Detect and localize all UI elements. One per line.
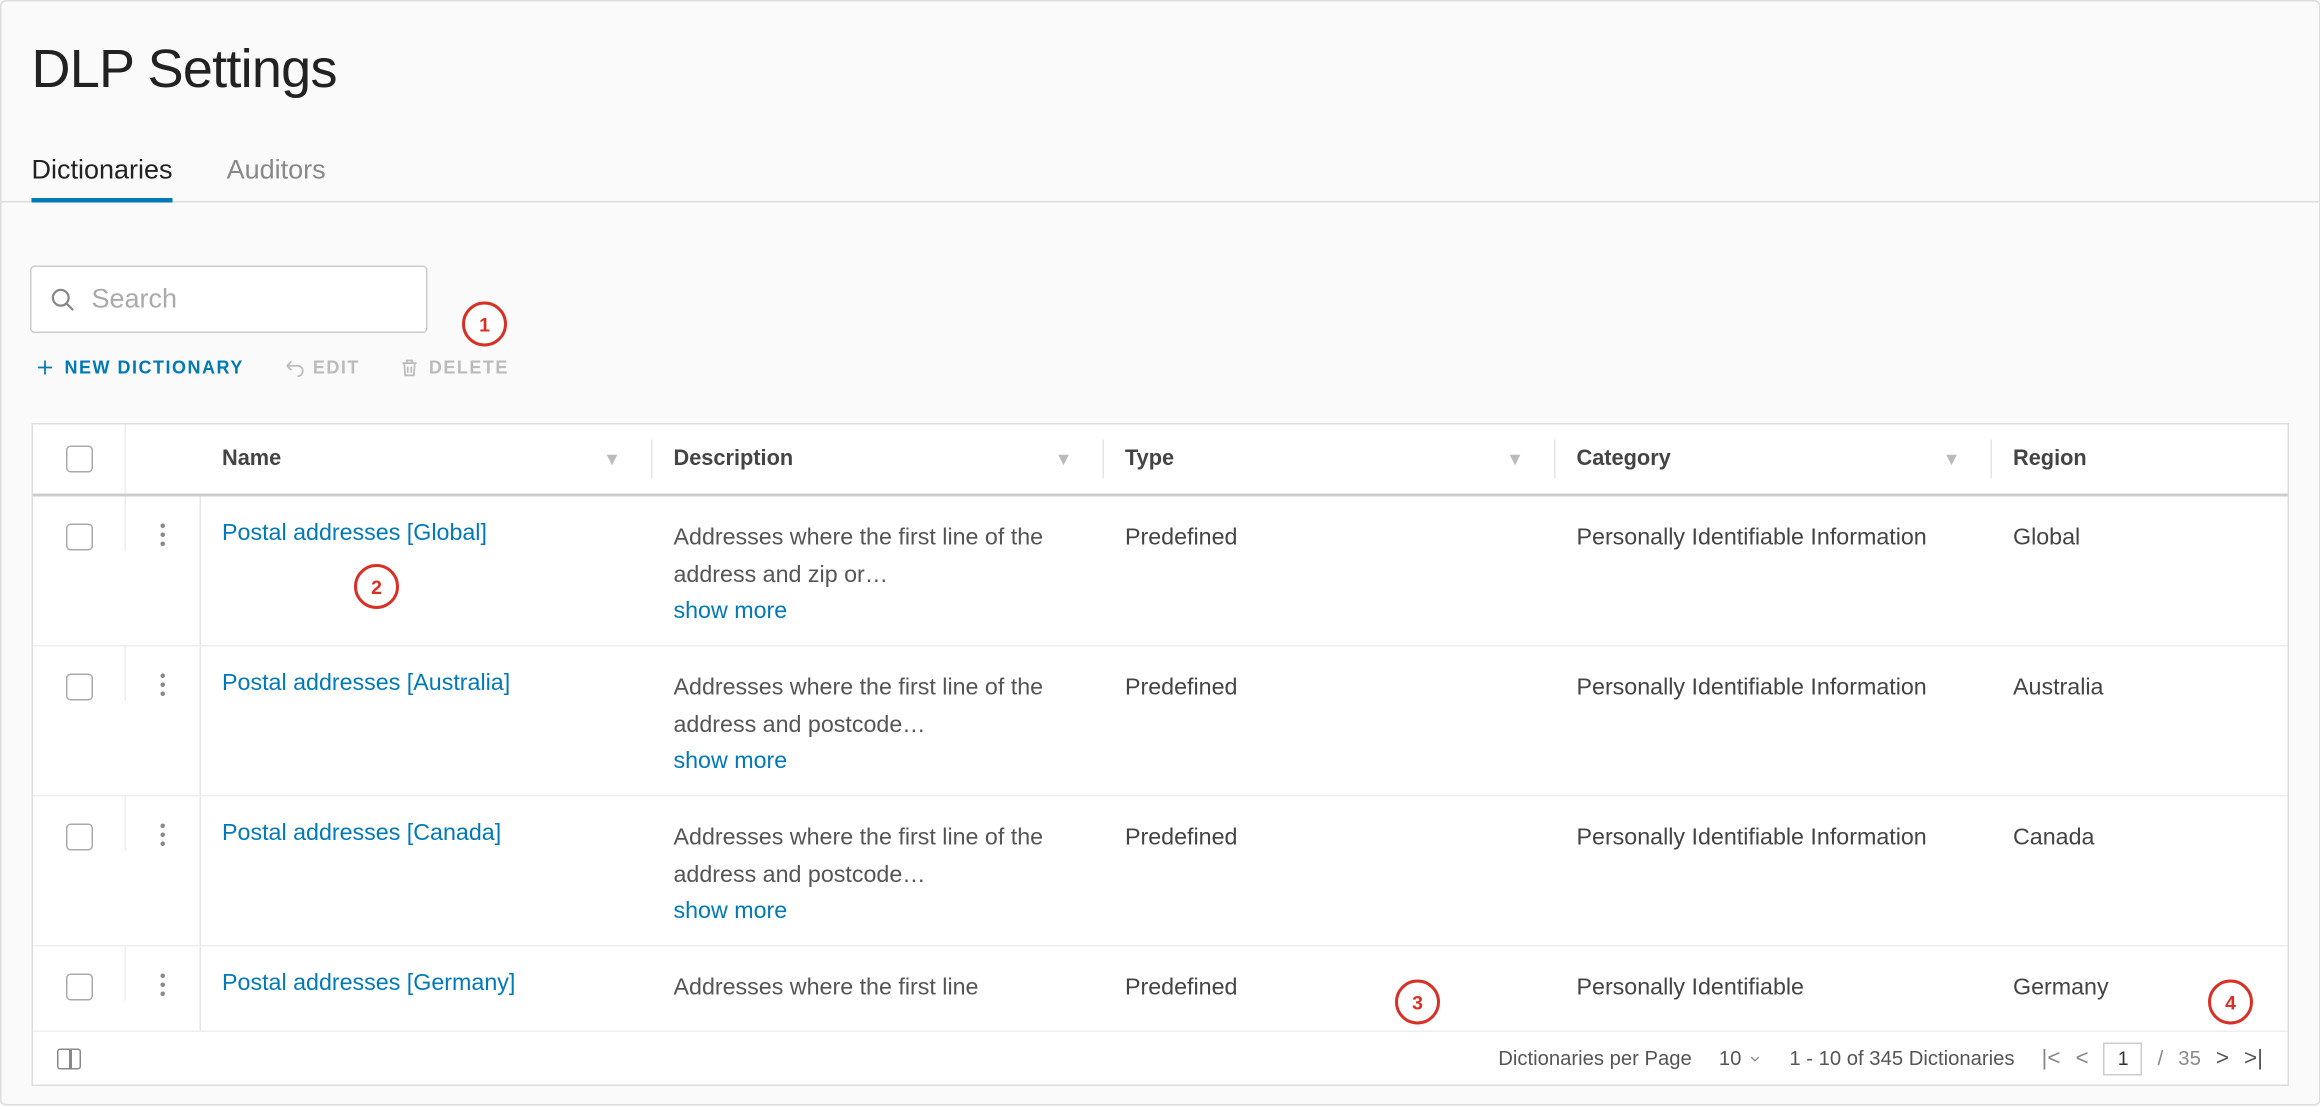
select-all-checkbox[interactable] — [65, 446, 92, 473]
dictionary-name-link[interactable]: Postal addresses [Australia] — [222, 647, 630, 698]
col-region-header[interactable]: Region — [2013, 447, 2087, 471]
filter-icon[interactable]: ▼ — [1506, 449, 1533, 470]
page-title: DLP Settings — [2, 2, 2319, 110]
tab-auditors[interactable]: Auditors — [227, 155, 326, 202]
dictionary-name-link[interactable]: Postal addresses [Global] — [222, 497, 630, 548]
tab-dictionaries[interactable]: Dictionaries — [32, 155, 173, 202]
row-checkbox[interactable] — [65, 674, 92, 701]
show-more-link[interactable]: show more — [674, 898, 1082, 925]
filter-icon[interactable]: ▼ — [1055, 449, 1082, 470]
category-text: Personally Identifiable Information — [1577, 797, 1970, 858]
search-input[interactable] — [89, 282, 443, 317]
search-box[interactable] — [30, 266, 428, 334]
category-text: Personally Identifiable Information — [1577, 497, 1970, 558]
category-text: Personally Identifiable Information — [1577, 647, 1970, 708]
undo-icon — [283, 357, 304, 378]
last-page-button[interactable]: >| — [2244, 1046, 2263, 1072]
prev-page-button[interactable]: < — [2076, 1046, 2089, 1072]
edit-button: EDIT — [283, 357, 360, 378]
description-text: Addresses where the first line of the ad… — [674, 647, 1082, 745]
dictionaries-table: 2 3 4 Name ▼ Description ▼ Type ▼ Category ▼… — [32, 423, 2289, 1086]
table-header-row: Name ▼ Description ▼ Type ▼ Category ▼ Regio… — [33, 425, 2287, 497]
region-text: Australia — [2013, 647, 2266, 708]
new-dictionary-label: NEW DICTIONARY — [65, 357, 244, 378]
chevron-down-icon — [1747, 1051, 1762, 1066]
row-checkbox[interactable] — [65, 524, 92, 551]
range-label: 1 - 10 of 345 Dictionaries — [1789, 1047, 2014, 1070]
show-more-link[interactable]: show more — [674, 748, 1082, 775]
type-text: Predefined — [1125, 947, 1533, 1008]
show-more-link[interactable]: show more — [674, 598, 1082, 625]
type-text: Predefined — [1125, 797, 1533, 858]
category-text: Personally Identifiable — [1577, 947, 1970, 1008]
column-picker-icon[interactable] — [57, 1048, 81, 1069]
page-separator: / — [2158, 1047, 2164, 1070]
row-actions-menu[interactable] — [161, 824, 166, 847]
type-text: Predefined — [1125, 647, 1533, 708]
description-text: Addresses where the first line of the ad… — [674, 797, 1082, 895]
table-row: Postal addresses [Canada] Addresses wher… — [33, 797, 2287, 947]
first-page-button[interactable]: |< — [2042, 1046, 2061, 1072]
tabs: Dictionaries Auditors — [2, 110, 2319, 203]
edit-label: EDIT — [313, 357, 360, 378]
delete-button: DELETE — [399, 357, 509, 378]
row-checkbox[interactable] — [65, 974, 92, 1001]
per-page-label: Dictionaries per Page — [1498, 1047, 1692, 1070]
next-page-button[interactable]: > — [2216, 1046, 2229, 1072]
row-actions-menu[interactable] — [161, 524, 166, 547]
page-number-input[interactable]: 1 — [2104, 1042, 2143, 1075]
annotation-4: 4 — [2208, 980, 2253, 1025]
col-category-header[interactable]: Category — [1577, 447, 1671, 471]
delete-label: DELETE — [429, 357, 509, 378]
page-total: 35 — [2178, 1047, 2201, 1070]
row-actions-menu[interactable] — [161, 974, 166, 997]
table-row: Postal addresses [Australia] Addresses w… — [33, 647, 2287, 797]
dictionary-name-link[interactable]: Postal addresses [Germany] — [222, 947, 630, 998]
per-page-value: 10 — [1719, 1047, 1742, 1070]
row-checkbox[interactable] — [65, 824, 92, 851]
col-description-header[interactable]: Description — [674, 447, 794, 471]
trash-icon — [399, 357, 420, 378]
description-text: Addresses where the first line of the ad… — [674, 497, 1082, 595]
filter-icon[interactable]: ▼ — [1943, 449, 1970, 470]
annotation-1: 1 — [462, 302, 507, 347]
annotation-2: 2 — [354, 564, 399, 609]
description-text: Addresses where the first line — [674, 947, 1082, 1008]
per-page-select[interactable]: 10 — [1719, 1047, 1763, 1070]
col-type-header[interactable]: Type — [1125, 447, 1174, 471]
annotation-3: 3 — [1395, 980, 1440, 1025]
type-text: Predefined — [1125, 497, 1533, 558]
row-actions-menu[interactable] — [161, 674, 166, 697]
search-icon — [50, 286, 77, 313]
plus-icon — [35, 357, 56, 378]
new-dictionary-button[interactable]: NEW DICTIONARY — [35, 357, 244, 378]
filter-icon[interactable]: ▼ — [603, 449, 630, 470]
col-name-header[interactable]: Name — [222, 447, 281, 471]
table-row: Postal addresses [Germany] Addresses whe… — [33, 947, 2287, 1031]
region-text: Canada — [2013, 797, 2266, 858]
dictionary-name-link[interactable]: Postal addresses [Canada] — [222, 797, 630, 848]
table-footer: Dictionaries per Page 10 1 - 10 of 345 D… — [33, 1031, 2287, 1085]
region-text: Global — [2013, 497, 2266, 558]
